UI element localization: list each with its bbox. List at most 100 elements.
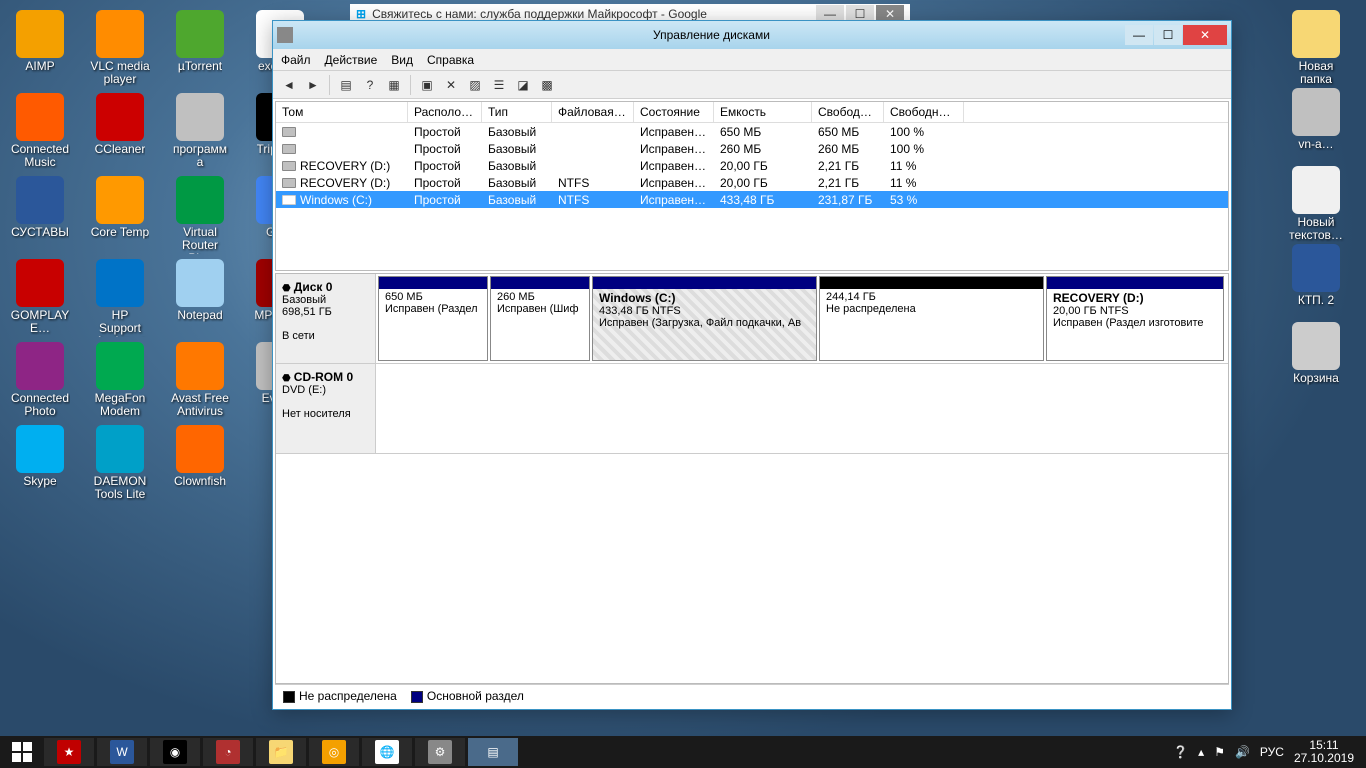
disk-row: ⬣ CD-ROM 0DVD (E:)Нет носителя	[276, 364, 1228, 454]
desktop-icon[interactable]: Virtual Router Plus	[170, 176, 230, 254]
taskbar[interactable]: ★W◉◔📁◎🌐⚙▤ ❔ ▴ ⚑ 🔊 РУС 15:11 27.10.2019	[0, 736, 1366, 768]
menu-view[interactable]: Вид	[391, 53, 413, 67]
app-icon	[16, 10, 64, 58]
partition[interactable]: 244,14 ГБНе распределена	[819, 276, 1044, 361]
col-free[interactable]: Свобод…	[812, 102, 884, 122]
desktop-icon[interactable]: Новая папка	[1286, 10, 1346, 88]
desktop-icon[interactable]: Avast Free Antivirus	[170, 342, 230, 420]
taskbar-app[interactable]: ⚙	[415, 738, 465, 766]
desktop-icon[interactable]: Skype	[10, 425, 70, 503]
partition[interactable]: 650 МБИсправен (Раздел	[378, 276, 488, 361]
toolbar-button[interactable]: ?	[360, 75, 380, 95]
col-status[interactable]: Состояние	[634, 102, 714, 122]
col-pct[interactable]: Свободно %	[884, 102, 964, 122]
icon-label: MegaFon Modem	[90, 392, 150, 418]
icon-label: AIMP	[25, 60, 54, 73]
desktop-icons-left: AIMPVLC media playerµTorrentexcep…Connec…	[10, 10, 310, 503]
tray-flag-icon[interactable]: ⚑	[1214, 745, 1225, 759]
col-type[interactable]: Тип	[482, 102, 552, 122]
desktop-icon[interactable]: Новый текстов…	[1286, 166, 1346, 244]
menu-action[interactable]: Действие	[325, 53, 378, 67]
legend-unalloc-box	[283, 691, 295, 703]
col-capacity[interactable]: Емкость	[714, 102, 812, 122]
toolbar-button[interactable]: ►	[303, 75, 323, 95]
taskbar-app[interactable]: W	[97, 738, 147, 766]
titlebar[interactable]: Управление дисками — ☐ ✕	[273, 21, 1231, 49]
bg-window-title: Свяжитесь с нами: служба поддержки Майкр…	[372, 7, 707, 21]
toolbar-button[interactable]: ✕	[441, 75, 461, 95]
col-volume[interactable]: Том	[276, 102, 408, 122]
desktop-icon[interactable]: µTorrent	[170, 10, 230, 88]
taskbar-app[interactable]: ▤	[468, 738, 518, 766]
ms-logo-icon: ⊞	[356, 7, 366, 21]
taskbar-app[interactable]: ◔	[203, 738, 253, 766]
col-filesystem[interactable]: Файловая с…	[552, 102, 634, 122]
volume-list[interactable]: Том Располо… Тип Файловая с… Состояние Е…	[275, 101, 1229, 271]
desktop-icon[interactable]: DAEMON Tools Lite	[90, 425, 150, 503]
volume-row[interactable]: Windows (C:)ПростойБазовыйNTFSИсправен…4…	[276, 191, 1228, 208]
desktop-icon[interactable]: MegaFon Modem	[90, 342, 150, 420]
volume-row[interactable]: RECOVERY (D:)ПростойБазовыйNTFSИсправен……	[276, 174, 1228, 191]
desktop-icon[interactable]: AIMP	[10, 10, 70, 88]
disk-header[interactable]: ⬣ CD-ROM 0DVD (E:)Нет носителя	[276, 364, 376, 453]
taskbar-app[interactable]: ★	[44, 738, 94, 766]
taskbar-app[interactable]: 📁	[256, 738, 306, 766]
desktop-icon[interactable]: CCleaner	[90, 93, 150, 171]
disk-header[interactable]: ⬣ Диск 0Базовый698,51 ГБВ сети	[276, 274, 376, 363]
desktop-icon[interactable]: СУСТАВЫ	[10, 176, 70, 254]
close-button[interactable]: ✕	[1183, 25, 1227, 45]
app-icon	[96, 342, 144, 390]
desktop-icon[interactable]: КТП. 2	[1286, 244, 1346, 322]
tray-volume-icon[interactable]: 🔊	[1235, 745, 1250, 759]
icon-label: CCleaner	[95, 143, 146, 156]
desktop-icon[interactable]: Clownfish	[170, 425, 230, 503]
app-icon	[16, 259, 64, 307]
desktop-icon[interactable]: программа	[170, 93, 230, 171]
desktop-icon[interactable]: VLC media player	[90, 10, 150, 88]
maximize-button[interactable]: ☐	[1154, 25, 1182, 45]
toolbar-button[interactable]: ▨	[465, 75, 485, 95]
toolbar-button[interactable]: ☰	[489, 75, 509, 95]
desktop-icon[interactable]: Connected Music	[10, 93, 70, 171]
volume-row[interactable]: ПростойБазовыйИсправен…260 МБ260 МБ100 %	[276, 140, 1228, 157]
desktop-icon[interactable]: Connected Photo	[10, 342, 70, 420]
tray-chevron-icon[interactable]: ▴	[1198, 745, 1204, 759]
toolbar-button[interactable]: ▤	[336, 75, 356, 95]
icon-label: Connected Music	[10, 143, 70, 169]
volume-row[interactable]: RECOVERY (D:)ПростойБазовыйИсправен…20,0…	[276, 157, 1228, 174]
icon-label: HP Support Assistant	[90, 309, 150, 337]
toolbar-button[interactable]: ▦	[384, 75, 404, 95]
partition[interactable]: RECOVERY (D:)20,00 ГБ NTFSИсправен (Разд…	[1046, 276, 1224, 361]
toolbar-button[interactable]: ◄	[279, 75, 299, 95]
app-icon	[16, 93, 64, 141]
tray-clock[interactable]: 15:11 27.10.2019	[1294, 739, 1354, 765]
col-layout[interactable]: Располо…	[408, 102, 482, 122]
desktop-icon[interactable]: Notepad	[170, 259, 230, 337]
menu-help[interactable]: Справка	[427, 53, 474, 67]
disk-management-window: Управление дисками — ☐ ✕ Файл Действие В…	[272, 20, 1232, 710]
tray-language[interactable]: РУС	[1260, 745, 1284, 759]
menu-file[interactable]: Файл	[281, 53, 311, 67]
taskbar-app[interactable]: ◉	[150, 738, 200, 766]
toolbar-button[interactable]: ▩	[537, 75, 557, 95]
partition[interactable]: Windows (C:)433,48 ГБ NTFSИсправен (Загр…	[592, 276, 817, 361]
desktop-icon[interactable]: Core Temp	[90, 176, 150, 254]
toolbar-button[interactable]: ▣	[417, 75, 437, 95]
partition[interactable]: 260 МБИсправен (Шиф	[490, 276, 590, 361]
start-button[interactable]	[4, 738, 40, 766]
volume-list-header[interactable]: Том Располо… Тип Файловая с… Состояние Е…	[276, 102, 1228, 123]
desktop-icon[interactable]: vn-a…	[1286, 88, 1346, 166]
desktop-icon[interactable]: GOMPLAYE…	[10, 259, 70, 337]
app-icon	[277, 27, 293, 43]
tray-help-icon[interactable]: ❔	[1173, 745, 1188, 759]
minimize-button[interactable]: —	[1125, 25, 1153, 45]
volume-row[interactable]: ПростойБазовыйИсправен…650 МБ650 МБ100 %	[276, 123, 1228, 140]
app-icon	[16, 342, 64, 390]
desktop-icon[interactable]: HP Support Assistant	[90, 259, 150, 337]
graphical-view[interactable]: ⬣ Диск 0Базовый698,51 ГБВ сети650 МБИспр…	[275, 273, 1229, 684]
taskbar-app[interactable]: 🌐	[362, 738, 412, 766]
toolbar-button[interactable]: ◪	[513, 75, 533, 95]
system-tray[interactable]: ❔ ▴ ⚑ 🔊 РУС 15:11 27.10.2019	[1173, 739, 1362, 765]
desktop-icon[interactable]: Корзина	[1286, 322, 1346, 400]
taskbar-app[interactable]: ◎	[309, 738, 359, 766]
